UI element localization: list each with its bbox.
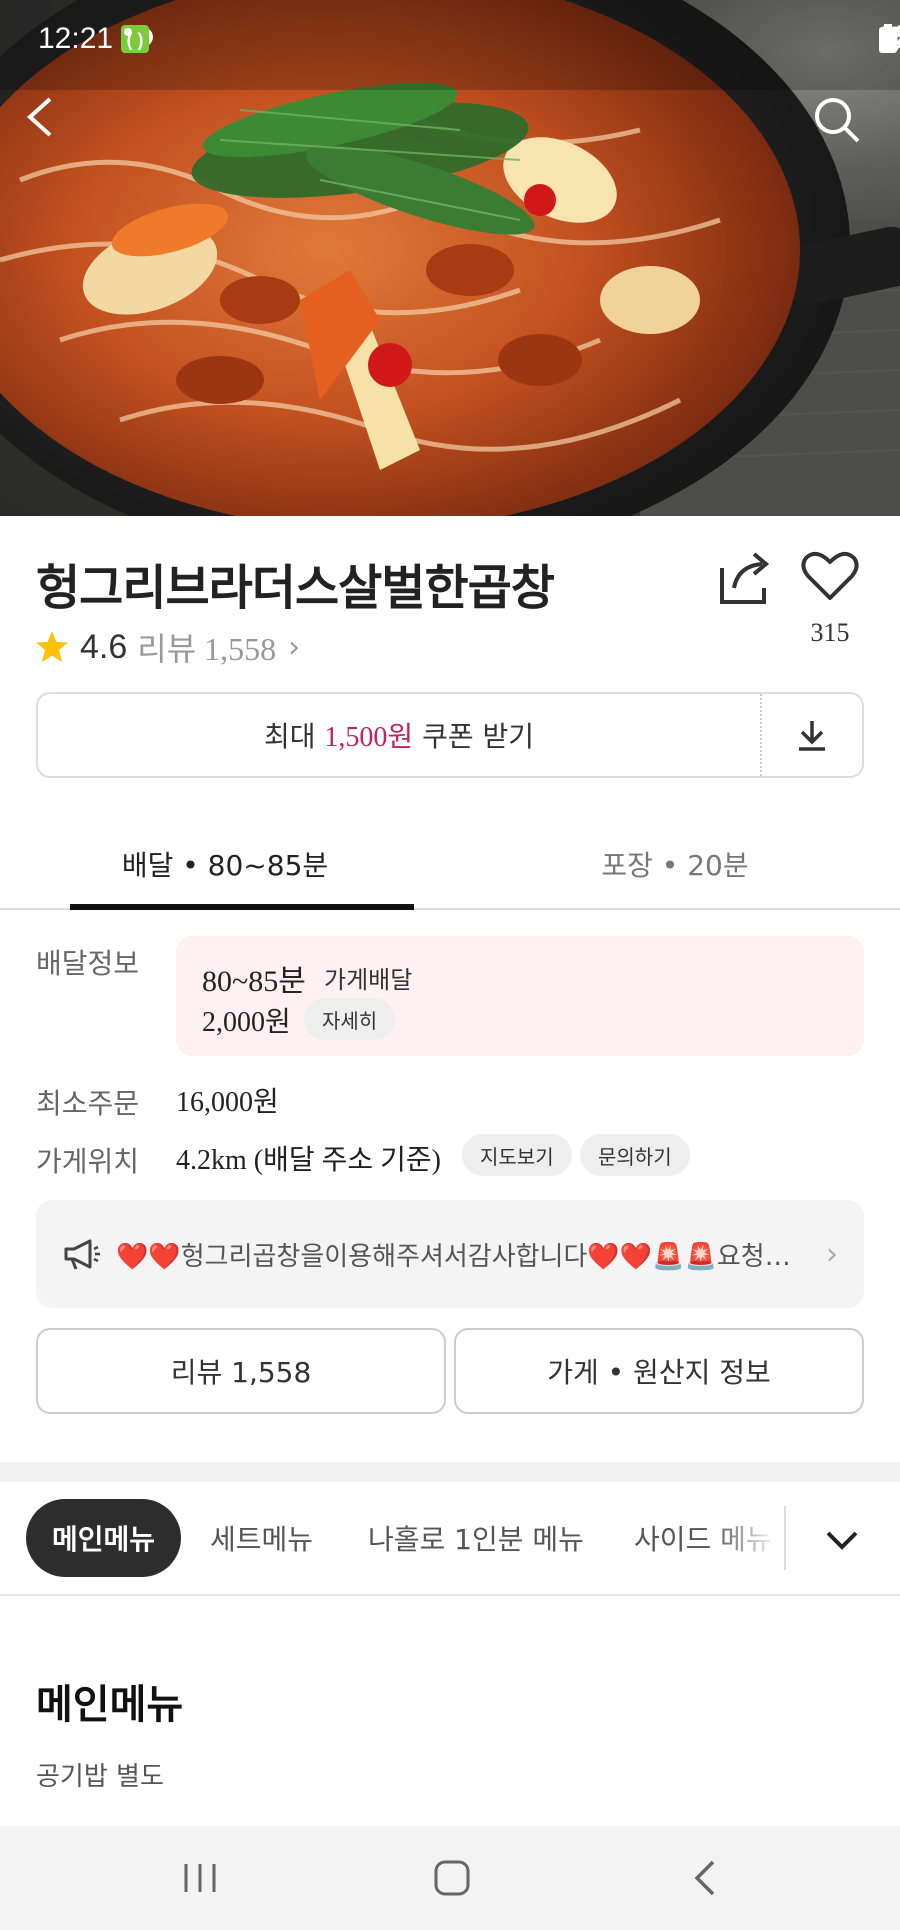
map-button[interactable]: 지도보기 — [462, 1134, 572, 1176]
status-time: 12:21 — [38, 22, 114, 55]
rating-row: 4.6 리뷰 1,558 › — [34, 624, 300, 670]
recent-apps-icon[interactable] — [170, 1848, 230, 1908]
coupon-amount: 1,500원 — [324, 722, 414, 753]
battery-icon — [879, 24, 897, 53]
delivery-detail-button[interactable]: 자세히 — [304, 998, 396, 1040]
delivery-type: 가게배달 — [324, 966, 413, 994]
coupon-prefix: 최대 — [263, 720, 325, 753]
chevron-right-icon[interactable]: › — [288, 630, 300, 665]
store-info-button[interactable]: 가게 • 원산지 정보 — [454, 1328, 864, 1414]
coupon-banner: 최대 1,500원 쿠폰 받기 — [36, 692, 864, 778]
dot-icon — [124, 28, 132, 36]
location-label: 가게위치 — [36, 1145, 140, 1178]
home-icon[interactable] — [422, 1848, 482, 1908]
chevron-right-icon: › — [826, 1236, 838, 1272]
status-bar: 12:21 TALK ( ) — [0, 0, 900, 82]
delivery-info-box: 80~85분 가게배달 2,000원 자세히 — [176, 936, 864, 1056]
search-icon[interactable] — [812, 95, 872, 155]
location-value: 4.2km (배달 주소 기준) — [176, 1145, 441, 1176]
store-name: 헝그리브라더스살벌한곱창 — [36, 560, 555, 616]
review-link[interactable]: 리뷰 1,558 — [137, 624, 276, 670]
menu-section-subtitle: 공기밥 별도 — [36, 1762, 164, 1792]
menu-section-title: 메인메뉴 — [36, 1682, 184, 1728]
coupon-suffix: 쿠폰 받기 — [413, 720, 535, 753]
notice-text: ❤️❤️헝그리곱창을이용해주셔서감사합니다❤️❤️🚨🚨요청… — [116, 1241, 791, 1272]
like-count: 315 — [810, 618, 850, 647]
share-icon[interactable] — [716, 548, 776, 608]
inquiry-button[interactable]: 문의하기 — [580, 1134, 690, 1176]
delivery-info-label: 배달정보 — [36, 947, 140, 980]
menu-tab-solo[interactable]: 나홀로 1인분 메뉴 — [368, 1499, 584, 1577]
back-icon[interactable] — [674, 1848, 734, 1908]
rating-value: 4.6 — [80, 627, 128, 666]
coupon-button[interactable]: 최대 1,500원 쿠폰 받기 — [38, 694, 762, 776]
system-nav-bar — [0, 1826, 900, 1930]
delivery-time: 80~85분 — [202, 965, 306, 998]
tab-delivery[interactable]: 배달 • 80~85분 — [0, 820, 450, 910]
menu-bar-separator — [784, 1506, 786, 1570]
back-arrow-icon[interactable] — [22, 95, 82, 155]
min-order-label: 최소주문 — [36, 1087, 140, 1120]
min-order-value: 16,000원 — [176, 1087, 279, 1118]
megaphone-icon — [64, 1239, 100, 1270]
download-icon[interactable] — [762, 694, 862, 776]
heart-icon[interactable] — [800, 548, 860, 608]
store-notice[interactable]: ❤️❤️헝그리곱창을이용해주셔서감사합니다❤️❤️🚨🚨요청… › — [36, 1200, 864, 1308]
chevron-down-icon[interactable] — [814, 1512, 870, 1568]
delivery-fee: 2,000원 — [202, 1007, 291, 1038]
section-divider — [0, 1462, 900, 1482]
menu-category-bar: 메인메뉴 세트메뉴 나홀로 1인분 메뉴 사이드 메뉴 — [0, 1482, 900, 1596]
order-type-tabs: 배달 • 80~85분 포장 • 20분 — [0, 820, 900, 910]
reviews-button[interactable]: 리뷰 1,558 — [36, 1328, 446, 1414]
menu-tab-side[interactable]: 사이드 메뉴 — [634, 1499, 778, 1577]
menu-tab-main[interactable]: 메인메뉴 — [26, 1499, 182, 1577]
star-icon — [36, 631, 68, 662]
tab-pickup[interactable]: 포장 • 20분 — [450, 820, 900, 908]
menu-tab-set[interactable]: 세트메뉴 — [210, 1499, 313, 1577]
hero-image: 12:21 TALK ( ) — [0, 0, 900, 516]
